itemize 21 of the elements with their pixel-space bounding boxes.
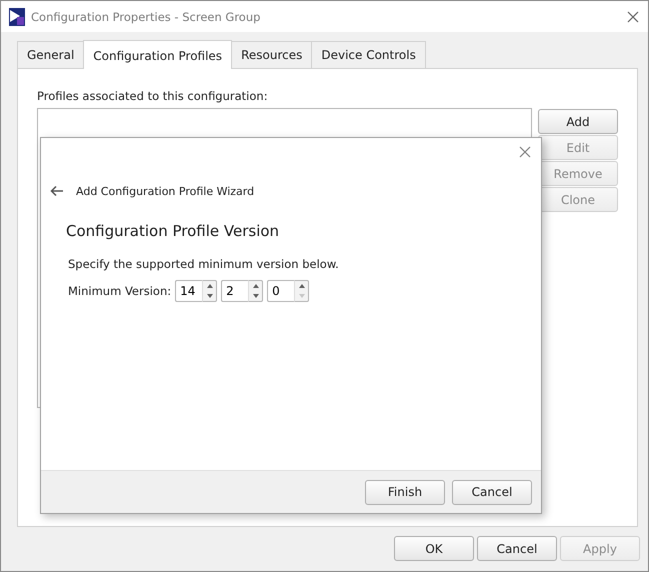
close-icon[interactable] <box>627 10 639 22</box>
close-icon[interactable] <box>519 146 531 158</box>
app-logo-icon <box>9 8 25 26</box>
tab[interactable]: Configuration Profiles <box>83 40 232 69</box>
version-label: Minimum Version: <box>68 284 172 298</box>
back-arrow-icon[interactable] <box>50 185 64 197</box>
page-heading: Configuration Profile Version <box>66 222 280 240</box>
ok-button[interactable]: OK <box>394 536 474 561</box>
cancel-button[interactable]: Cancel <box>477 536 557 561</box>
wizard-title: Add Configuration Profile Wizard <box>76 184 254 198</box>
finish-button[interactable]: Finish <box>365 480 445 504</box>
profile-action-button[interactable]: Add <box>538 109 618 134</box>
version-field[interactable]: 2 <box>221 280 248 302</box>
tab[interactable]: Device Controls <box>311 41 426 68</box>
version-field[interactable]: 0 <box>267 280 294 302</box>
version-field[interactable]: 14 <box>175 280 202 302</box>
tab[interactable]: General <box>17 41 84 68</box>
profiles-label: Profiles associated to this configuration: <box>37 89 269 103</box>
cancel-button[interactable]: Cancel <box>452 480 532 504</box>
window-title: Configuration Properties - Screen Group <box>31 10 260 24</box>
instruction-text: Specify the supported minimum version below. <box>68 257 340 271</box>
